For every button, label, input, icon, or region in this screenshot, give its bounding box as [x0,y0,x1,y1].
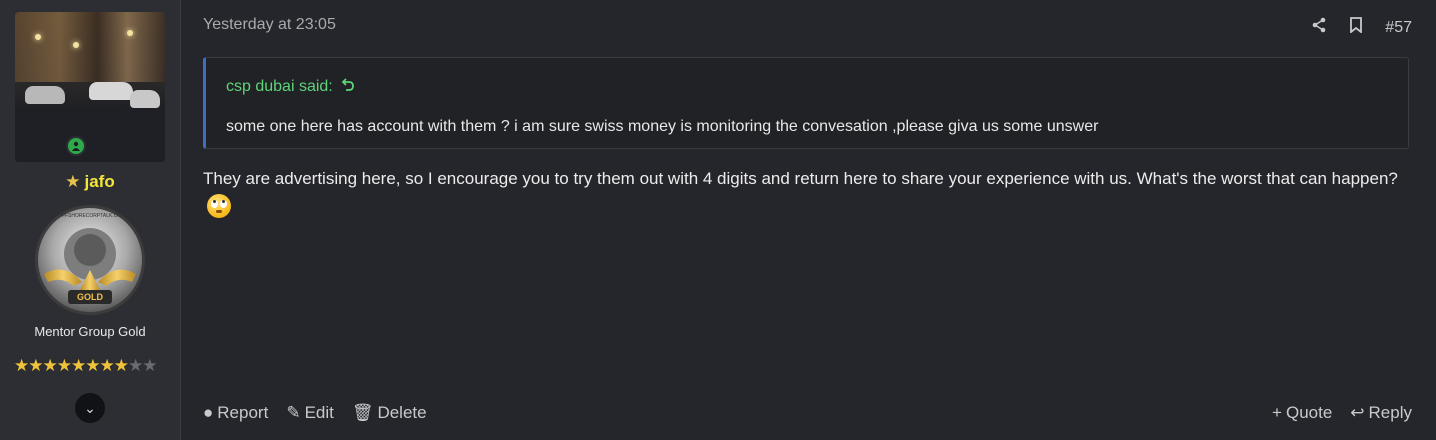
chevron-down-icon: ⌄ [84,399,96,416]
avatar-car [25,86,65,104]
post-message-text: They are advertising here, so I encourag… [203,169,1398,188]
post-number[interactable]: #57 [1385,19,1412,37]
warning-circle-icon: ● [203,403,214,422]
avatar-wrap [15,12,165,162]
online-user-icon [68,138,84,154]
footer-actions-left: ● Report ✎ Edit 🗑 Delete [203,403,427,423]
bookmark-icon[interactable] [1349,17,1363,38]
user-title: Mentor Group Gold [34,324,146,339]
reply-button[interactable]: ↩ Reply [1350,403,1412,423]
star-icon: ★ [65,172,81,191]
avatar-car [130,90,160,108]
username[interactable]: ★ jafo [0,172,180,192]
trash-icon: 🗑 [351,403,374,422]
post-actions-top: #57 [1311,17,1412,38]
badge-label: GOLD [77,292,103,302]
post-date[interactable]: Yesterday at 23:05 [203,16,336,34]
avatar-lamp [127,30,133,36]
user-sidebar: ★ jafo GOLD OFFSHORECORPTALK.COM Mentor … [0,0,181,440]
plus-icon: + [1272,403,1282,422]
avatar-car [89,82,133,100]
eye-roll-emoji-icon [207,194,231,218]
rating-star-icon: ★ [142,356,157,375]
post-message: They are advertising here, so I encourag… [203,164,1417,222]
rating-star-icon: ★ [42,356,58,375]
avatar-lamp [73,42,79,48]
avatar-building [15,12,165,82]
rating-star-icon: ★ [56,356,72,375]
edit-label: Edit [304,403,334,422]
post-main: Yesterday at 23:05 #57 csp dubai said: s… [181,0,1436,440]
quote-label: Quote [1285,403,1333,422]
rating-star-icon: ★ [71,356,86,375]
reply-arrow-icon: ↩ [1350,403,1365,422]
rating-star-icon: ★ [14,356,29,375]
forum-post: ★ jafo GOLD OFFSHORECORPTALK.COM Mentor … [0,0,1436,440]
quote-block: csp dubai said: some one here has accoun… [203,57,1409,149]
delete-label: Delete [377,403,427,422]
user-rating: ★★★★★★★★★★ [14,356,158,376]
report-button[interactable]: ● Report [203,403,268,423]
quote-text: some one here has account with them ? i … [226,118,1099,135]
undo-arrow-icon[interactable] [341,78,355,95]
rating-star-icon: ★ [28,356,43,375]
avatar-ground [15,107,165,162]
rating-star-icon: ★ [85,356,100,375]
edit-button[interactable]: ✎ Edit [286,403,334,423]
quote-attribution-text[interactable]: csp dubai said: [226,78,333,95]
footer-actions-right: + Quote ↩ Reply [1272,403,1412,423]
avatar-lamp [35,34,41,40]
online-status [66,136,86,156]
avatar[interactable] [15,12,165,162]
username-text[interactable]: jafo [85,172,115,191]
badge-ring-text: OFFSHORECORPTALK.COM [58,213,122,219]
delete-button[interactable]: 🗑 Delete [352,403,427,423]
reply-label: Reply [1368,403,1412,422]
quote-button[interactable]: + Quote [1272,403,1332,423]
rating-star-icon: ★ [99,356,115,375]
rating-star-icon: ★ [113,356,129,375]
rating-star-icon: ★ [128,356,143,375]
expand-button[interactable]: ⌄ [75,393,105,423]
gold-badge: GOLD OFFSHORECORPTALK.COM [34,204,146,316]
quote-attribution[interactable]: csp dubai said: [226,77,355,96]
pencil-icon: ✎ [286,403,301,422]
report-label: Report [217,403,269,422]
share-icon[interactable] [1311,17,1327,38]
